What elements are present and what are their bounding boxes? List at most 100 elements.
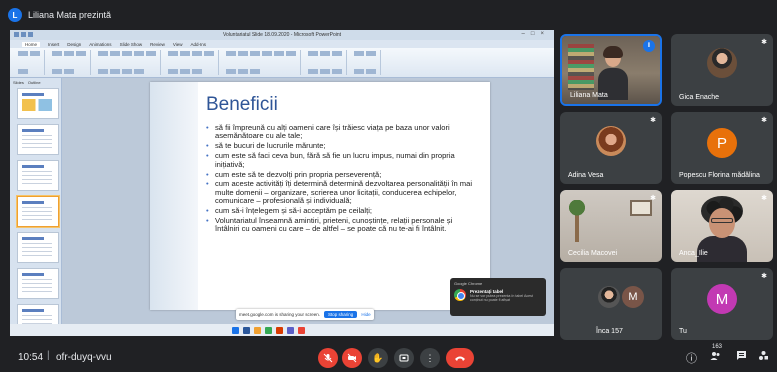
avatar: M [707, 284, 737, 314]
avatar [596, 126, 626, 156]
ribbon-tab: View [172, 41, 183, 47]
slide-thumbnail [17, 268, 59, 299]
participant-tile[interactable]: P ✱ Popescu Florina mădălina [671, 112, 773, 184]
ribbon-group [48, 50, 91, 75]
share-banner-text: meet.google.com is sharing your screen. [239, 312, 321, 317]
slide-bullet: cum aceste activități îți determină dete… [206, 180, 476, 205]
presenter-label: Liliana Mata prezintă [28, 10, 112, 20]
current-slide: Beneficii să fii împreună cu alți oameni… [150, 82, 490, 310]
outline-tab: Outline [27, 80, 41, 85]
participant-name: Înca 157 [596, 328, 623, 335]
taskbar-app-icon [287, 326, 294, 334]
ribbon-tab: Home [22, 41, 41, 47]
taskbar-app-icon [254, 326, 261, 334]
raise-hand-icon[interactable]: ✋ [368, 348, 388, 368]
taskbar-app-icon [265, 326, 272, 334]
pin-icon[interactable]: ✱ [761, 194, 767, 202]
presenter-bar: L Liliana Mata prezintă [8, 6, 111, 24]
slide-decoration [150, 82, 198, 310]
more-options-icon[interactable]: ⋮ [420, 348, 440, 368]
pin-icon[interactable]: ✱ [650, 194, 656, 202]
slide-thumbnail [17, 88, 59, 119]
slide-bullet: Voluntariatul înseamnă amintiri, prieten… [206, 216, 476, 234]
ribbon-group [350, 50, 381, 75]
ribbon-group [94, 50, 161, 75]
participant-tile[interactable]: ✱ Anca_Ilie [671, 190, 773, 262]
avatar: M [622, 286, 644, 308]
taskbar-app-icon [243, 326, 250, 334]
speaking-indicator-icon: ⦀ [643, 40, 655, 52]
slides-tab: Slides [13, 80, 24, 85]
screen-share-banner: meet.google.com is sharing your screen. … [236, 309, 374, 320]
meeting-clock: 10:54 [18, 352, 44, 363]
ribbon-tab: Insert [48, 41, 60, 47]
participant-tile[interactable]: ✱ Adina Vesa [560, 112, 662, 184]
ppt-ribbon-tabs: Home Insert Design Animations Slide Show… [10, 40, 554, 48]
slide-thumbnail [17, 160, 59, 191]
camera-off-icon[interactable] [342, 348, 362, 368]
participant-name: Cecilia Macovei [568, 250, 618, 257]
slide-bullet-list: să fii împreună cu alți oameni care își … [206, 123, 476, 235]
participant-tile-self[interactable]: M ✱ Tu [671, 268, 773, 340]
taskbar-app-icon [298, 326, 305, 334]
slide-bullet: cum este să faci ceva bun, fără să fie u… [206, 152, 476, 169]
slide-bullet: cum să-i înțelegem și să-i acceptăm pe c… [206, 206, 476, 216]
participant-tile-others[interactable]: M Înca 157 [560, 268, 662, 340]
taskbar-icons [232, 326, 305, 334]
slide-bullet: cum este să te dezvolți prin propria per… [206, 170, 476, 180]
windows-taskbar [10, 324, 554, 336]
presenter-avatar: L [8, 8, 22, 22]
hide-banner-button[interactable]: Hide [361, 312, 370, 317]
present-icon[interactable] [394, 348, 414, 368]
meet-window: L Liliana Mata prezintă Voluntariatul Sl… [0, 0, 777, 372]
ribbon-tab: Review [150, 41, 165, 47]
stop-sharing-button[interactable]: Stop sharing [324, 311, 358, 318]
avatar: P [707, 128, 737, 158]
avatar [707, 48, 737, 78]
participant-name: Tu [679, 328, 687, 335]
ppt-window-title: Voluntariatul Slide 18.09.2020 - Microso… [222, 32, 342, 38]
chrome-notification[interactable]: Google Chrome Prezentați tabel Nu se vor… [450, 278, 546, 316]
participant-tile[interactable]: ✱ Cecilia Macovei [560, 190, 662, 262]
pin-icon[interactable]: ✱ [650, 116, 656, 124]
ppt-titlebar: Voluntariatul Slide 18.09.2020 - Microso… [10, 30, 554, 40]
taskbar-app-icon [276, 326, 283, 334]
pin-icon[interactable]: ✱ [761, 116, 767, 124]
meeting-controls-bar: 10:54 | ofr-duyq-vvu ✋ ⋮ ⓘ 163 [0, 344, 777, 372]
slide-thumbnail [17, 196, 59, 227]
participant-tile[interactable]: ✱ Gica Enache [671, 34, 773, 106]
slides-panel-tabs: Slides Outline [13, 80, 58, 85]
slide-bullet: să fii împreună cu alți oameni care își … [206, 123, 476, 141]
slide-bullet: să te bucuri de lucrurile mărunte; [206, 141, 476, 151]
notification-app-name: Google Chrome [454, 281, 483, 286]
slide-thumbnail [17, 124, 59, 155]
pin-icon[interactable]: ✱ [761, 272, 767, 280]
activities-icon[interactable] [758, 350, 769, 364]
info-icon[interactable]: ⓘ [686, 350, 697, 366]
participant-name: Popescu Florina mădălina [679, 172, 760, 179]
notification-text: Nu se vor putea prezenta în tabel Acest … [470, 294, 533, 303]
ribbon-tab: Slide Show [119, 41, 143, 47]
separator: | [47, 350, 50, 361]
quick-access-toolbar [14, 32, 33, 37]
ribbon-tab: Design [67, 41, 82, 47]
ribbon-tab: Animations [89, 41, 112, 47]
end-call-icon[interactable] [446, 348, 474, 368]
slide-thumbnail [17, 304, 59, 324]
pin-icon[interactable]: ✱ [761, 38, 767, 46]
people-icon[interactable] [710, 350, 721, 364]
ribbon-group [222, 50, 301, 75]
window-controls: –□× [521, 31, 550, 37]
slide-thumbnail [17, 232, 59, 263]
ribbon-group [164, 50, 219, 75]
participant-name: Liliana Mata [570, 92, 608, 99]
shared-screen[interactable]: Voluntariatul Slide 18.09.2020 - Microso… [10, 30, 554, 336]
participant-tile[interactable]: ⦀ Liliana Mata [560, 34, 662, 106]
avatar [598, 286, 620, 308]
chrome-icon [454, 289, 466, 301]
taskbar-app-icon [232, 326, 239, 334]
slides-panel: Slides Outline [10, 78, 62, 324]
chat-icon[interactable] [736, 350, 747, 364]
mic-off-icon[interactable] [318, 348, 338, 368]
ppt-ribbon [10, 48, 554, 78]
